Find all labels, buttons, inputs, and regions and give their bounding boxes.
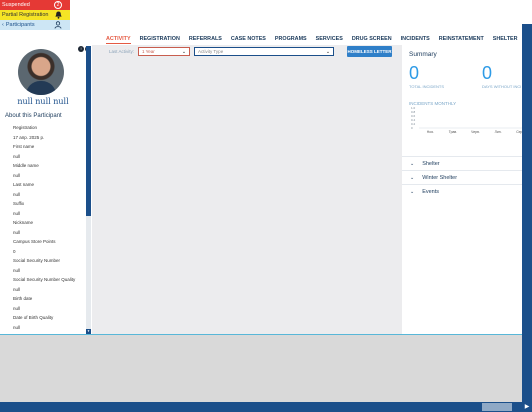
x-tick-label: Ноя. <box>427 130 434 134</box>
field-value: null <box>13 191 21 197</box>
tab-reinstatement[interactable]: REINSTATEMENT <box>439 36 484 44</box>
tab-registration[interactable]: REGISTRATION <box>140 36 180 44</box>
lower-area <box>0 334 522 402</box>
activity-filters: Last Activity: 1 Year ⌄ Activity Type ⌄ <box>109 47 335 56</box>
section-shelter[interactable]: ⌄ Shelter <box>402 156 532 170</box>
field-value: 17 апр. 2025 р. <box>13 134 45 140</box>
participant-name: null null null <box>17 97 69 106</box>
suspended-status[interactable]: Suspended 2 <box>0 0 70 10</box>
partial-registration-label: Partial Registration <box>2 12 49 18</box>
summary-panel: Summary 0 0 TOTAL INCIDENTS DAYS WITHOUT… <box>402 45 532 334</box>
tab-referrals[interactable]: REFERRALS <box>189 36 222 44</box>
field-label: Nickname <box>13 220 34 225</box>
tab-drug-screen[interactable]: DRUG SCREEN <box>352 36 392 44</box>
field-label: Date of Birth Quality <box>13 315 54 320</box>
field-value: null <box>13 324 21 330</box>
incidents-monthly-label: INCIDENTS MONTHLY <box>409 101 457 106</box>
chevron-down-icon: ⌄ <box>181 48 187 55</box>
field-label: First name <box>13 144 35 149</box>
period-value: 1 Year <box>142 49 155 54</box>
field-label: Suffix <box>13 201 25 206</box>
chevron-down-icon: ⌄ <box>410 160 415 167</box>
tab-programs[interactable]: PROGRAMS <box>275 36 307 44</box>
suspended-label: Suspended <box>2 2 30 8</box>
suspended-count-badge: 2 <box>54 1 62 9</box>
section-winter-shelter[interactable]: ⌄ Winter Shelter <box>402 170 532 184</box>
field-value: null <box>13 305 21 311</box>
x-tick-label: Лип. <box>495 130 502 134</box>
participants-label: Participants <box>5 22 35 28</box>
participants-link[interactable]: ‹ Participants <box>0 20 70 30</box>
field-label: Campus Store Points <box>13 239 56 244</box>
app-root: Suspended 2 Partial Registration ‹ Parti… <box>0 0 532 412</box>
field-label: Social Security Number Quality <box>13 277 76 282</box>
section-label: Shelter <box>422 160 440 167</box>
participant-fields: Registration 17 апр. 2025 р. First name nul… <box>13 123 85 334</box>
period-select[interactable]: 1 Year ⌄ <box>138 47 191 56</box>
info-icon[interactable]: ! <box>78 46 84 52</box>
tab-case-notes[interactable]: CASE NOTES <box>231 36 266 44</box>
field-value: 0 <box>13 248 16 254</box>
last-activity-label: Last Activity: <box>109 49 135 54</box>
left-scrollbar[interactable]: ▼ <box>86 46 91 334</box>
participant-panel: null null null About this Participant Re… <box>0 40 86 334</box>
tab-incidents[interactable]: INCIDENTS <box>401 36 430 44</box>
field-label: Last name <box>13 182 35 187</box>
y-tick-label: 0 <box>411 126 413 130</box>
section-tabs: ACTIVITY REGISTRATION REFERRALS CASE NOTES P… <box>106 36 532 44</box>
bell-icon <box>54 11 62 19</box>
field-value: null <box>13 229 21 235</box>
total-incidents-label: TOTAL INCIDENTS <box>409 84 445 89</box>
field-value: null <box>13 172 21 178</box>
field-label: Social Security Number <box>13 258 61 263</box>
tab-services[interactable]: SERVICES <box>316 36 343 44</box>
avatar <box>18 49 64 95</box>
chevron-down-icon: ⌄ <box>410 188 415 195</box>
horizontal-scroll-thumb[interactable] <box>482 403 512 411</box>
section-label: Winter Shelter <box>422 174 458 181</box>
field-value: null <box>13 153 21 159</box>
summary-title: Summary <box>409 51 437 58</box>
tab-shelter[interactable]: SHELTER <box>493 36 518 44</box>
x-tick-label: Черв. <box>471 130 480 134</box>
back-chevron-icon: ‹ <box>2 22 4 28</box>
incidents-monthly-chart: 1.00.80.60.40.20Ноя. Трав. Черв. Лип. Серп. <box>411 107 532 134</box>
scroll-right-icon[interactable]: ▶ <box>522 402 532 412</box>
chevron-down-icon: ⌄ <box>325 48 331 55</box>
days-without-label: DAYS WITHOUT INCI <box>482 84 522 89</box>
field-value: null <box>13 210 21 216</box>
section-label: Events <box>422 188 440 195</box>
right-scrollbar[interactable] <box>522 0 532 412</box>
total-incidents-value: 0 <box>409 63 420 83</box>
homeless-letter-button[interactable]: HOMELESS LETTER <box>347 46 392 57</box>
users-icon <box>54 21 62 29</box>
about-title: About this Participant <box>5 113 62 119</box>
field-label: Middle name <box>13 163 39 168</box>
horizontal-scrollbar[interactable]: ▶ <box>0 402 532 412</box>
field-value: null <box>13 286 21 292</box>
tab-activity[interactable]: ACTIVITY <box>106 36 131 44</box>
days-without-value: 0 <box>482 63 493 83</box>
field-label: Registration <box>13 125 38 130</box>
section-events[interactable]: ⌄ Events <box>402 184 532 198</box>
x-tick-label: Трав. <box>449 130 457 134</box>
left-scroll-thumb[interactable] <box>86 46 91 216</box>
chevron-down-icon: ⌄ <box>410 174 415 181</box>
partial-registration-status[interactable]: Partial Registration <box>0 10 70 20</box>
activity-panel: Last Activity: 1 Year ⌄ Activity Type ⌄ … <box>92 45 402 334</box>
field-label: Birth date <box>13 296 33 301</box>
field-value: null <box>13 267 21 273</box>
activity-type-placeholder: Activity Type <box>198 49 224 54</box>
activity-type-select[interactable]: Activity Type ⌄ <box>194 47 335 56</box>
